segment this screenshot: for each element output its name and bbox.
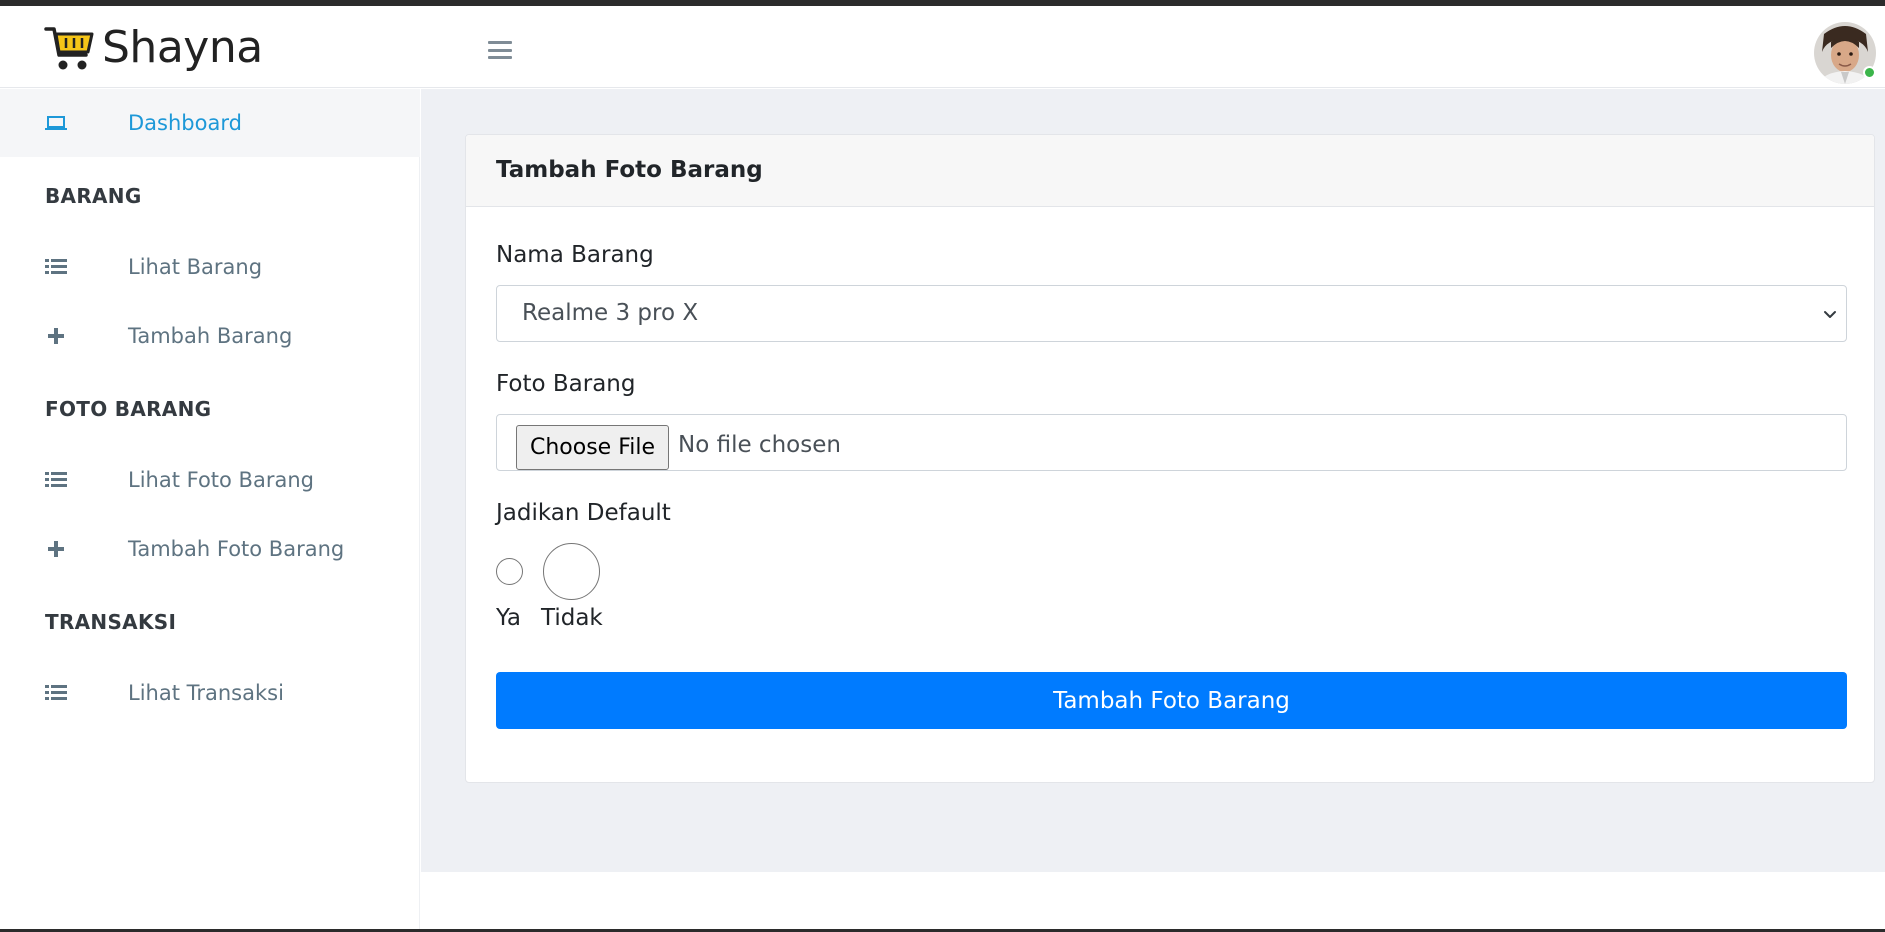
- radio-tidak[interactable]: [543, 543, 600, 600]
- choose-file-button[interactable]: Choose File: [516, 425, 669, 470]
- sidebar-item-label: Lihat Foto Barang: [128, 468, 314, 492]
- nama-barang-select[interactable]: Realme 3 pro X: [496, 285, 1847, 342]
- sidebar-item-label: Dashboard: [128, 111, 242, 135]
- laptop-icon: [44, 113, 68, 133]
- card-header: Tambah Foto Barang: [466, 135, 1874, 207]
- sidebar-item-label: Lihat Barang: [128, 255, 263, 279]
- sidebar-heading-transaksi: TRANSAKSI: [45, 610, 177, 634]
- sidebar-item-lihat-barang[interactable]: Lihat Barang: [0, 233, 420, 301]
- brand-logo[interactable]: Shayna: [44, 22, 263, 74]
- file-status-text: No file chosen: [678, 432, 841, 458]
- online-status-indicator: [1863, 66, 1876, 79]
- list-icon: [44, 683, 68, 703]
- list-icon: [44, 257, 68, 277]
- radio-tidak-label: Tidak: [541, 605, 603, 631]
- nama-barang-selected-value: Realme 3 pro X: [522, 300, 699, 326]
- brand-name: Shayna: [102, 22, 263, 73]
- submit-button[interactable]: Tambah Foto Barang: [496, 672, 1847, 729]
- sidebar: Dashboard BARANG Lihat Barang Tambah Bar…: [0, 89, 420, 929]
- chevron-down-icon: [1822, 306, 1838, 322]
- foto-barang-file-input[interactable]: Choose File No file chosen: [496, 414, 1847, 471]
- top-header: Shayna: [0, 6, 1885, 88]
- card-title: Tambah Foto Barang: [496, 157, 763, 183]
- sidebar-heading-barang: BARANG: [45, 184, 142, 208]
- sidebar-item-label: Tambah Foto Barang: [128, 537, 345, 561]
- sidebar-item-tambah-barang[interactable]: Tambah Barang: [0, 302, 420, 370]
- sidebar-heading-foto-barang: FOTO BARANG: [45, 397, 212, 421]
- list-icon: [44, 470, 68, 490]
- jadikan-default-label: Jadikan Default: [496, 500, 671, 526]
- sidebar-item-lihat-foto-barang[interactable]: Lihat Foto Barang: [0, 446, 420, 514]
- shopping-cart-icon: [44, 23, 96, 73]
- nama-barang-label: Nama Barang: [496, 242, 654, 268]
- content-footer-area: [421, 872, 1885, 929]
- plus-icon: [44, 326, 68, 346]
- form-card: Tambah Foto Barang Nama Barang Realme 3 …: [465, 134, 1875, 783]
- sidebar-item-lihat-transaksi[interactable]: Lihat Transaksi: [0, 659, 420, 727]
- sidebar-item-dashboard[interactable]: Dashboard: [0, 89, 420, 157]
- sidebar-item-label: Tambah Barang: [128, 324, 293, 348]
- radio-ya[interactable]: [496, 558, 523, 585]
- sidebar-item-label: Lihat Transaksi: [128, 681, 284, 705]
- radio-ya-label: Ya: [496, 605, 521, 631]
- plus-icon: [44, 539, 68, 559]
- foto-barang-label: Foto Barang: [496, 371, 636, 397]
- sidebar-item-tambah-foto-barang[interactable]: Tambah Foto Barang: [0, 515, 420, 583]
- hamburger-icon[interactable]: [486, 38, 514, 62]
